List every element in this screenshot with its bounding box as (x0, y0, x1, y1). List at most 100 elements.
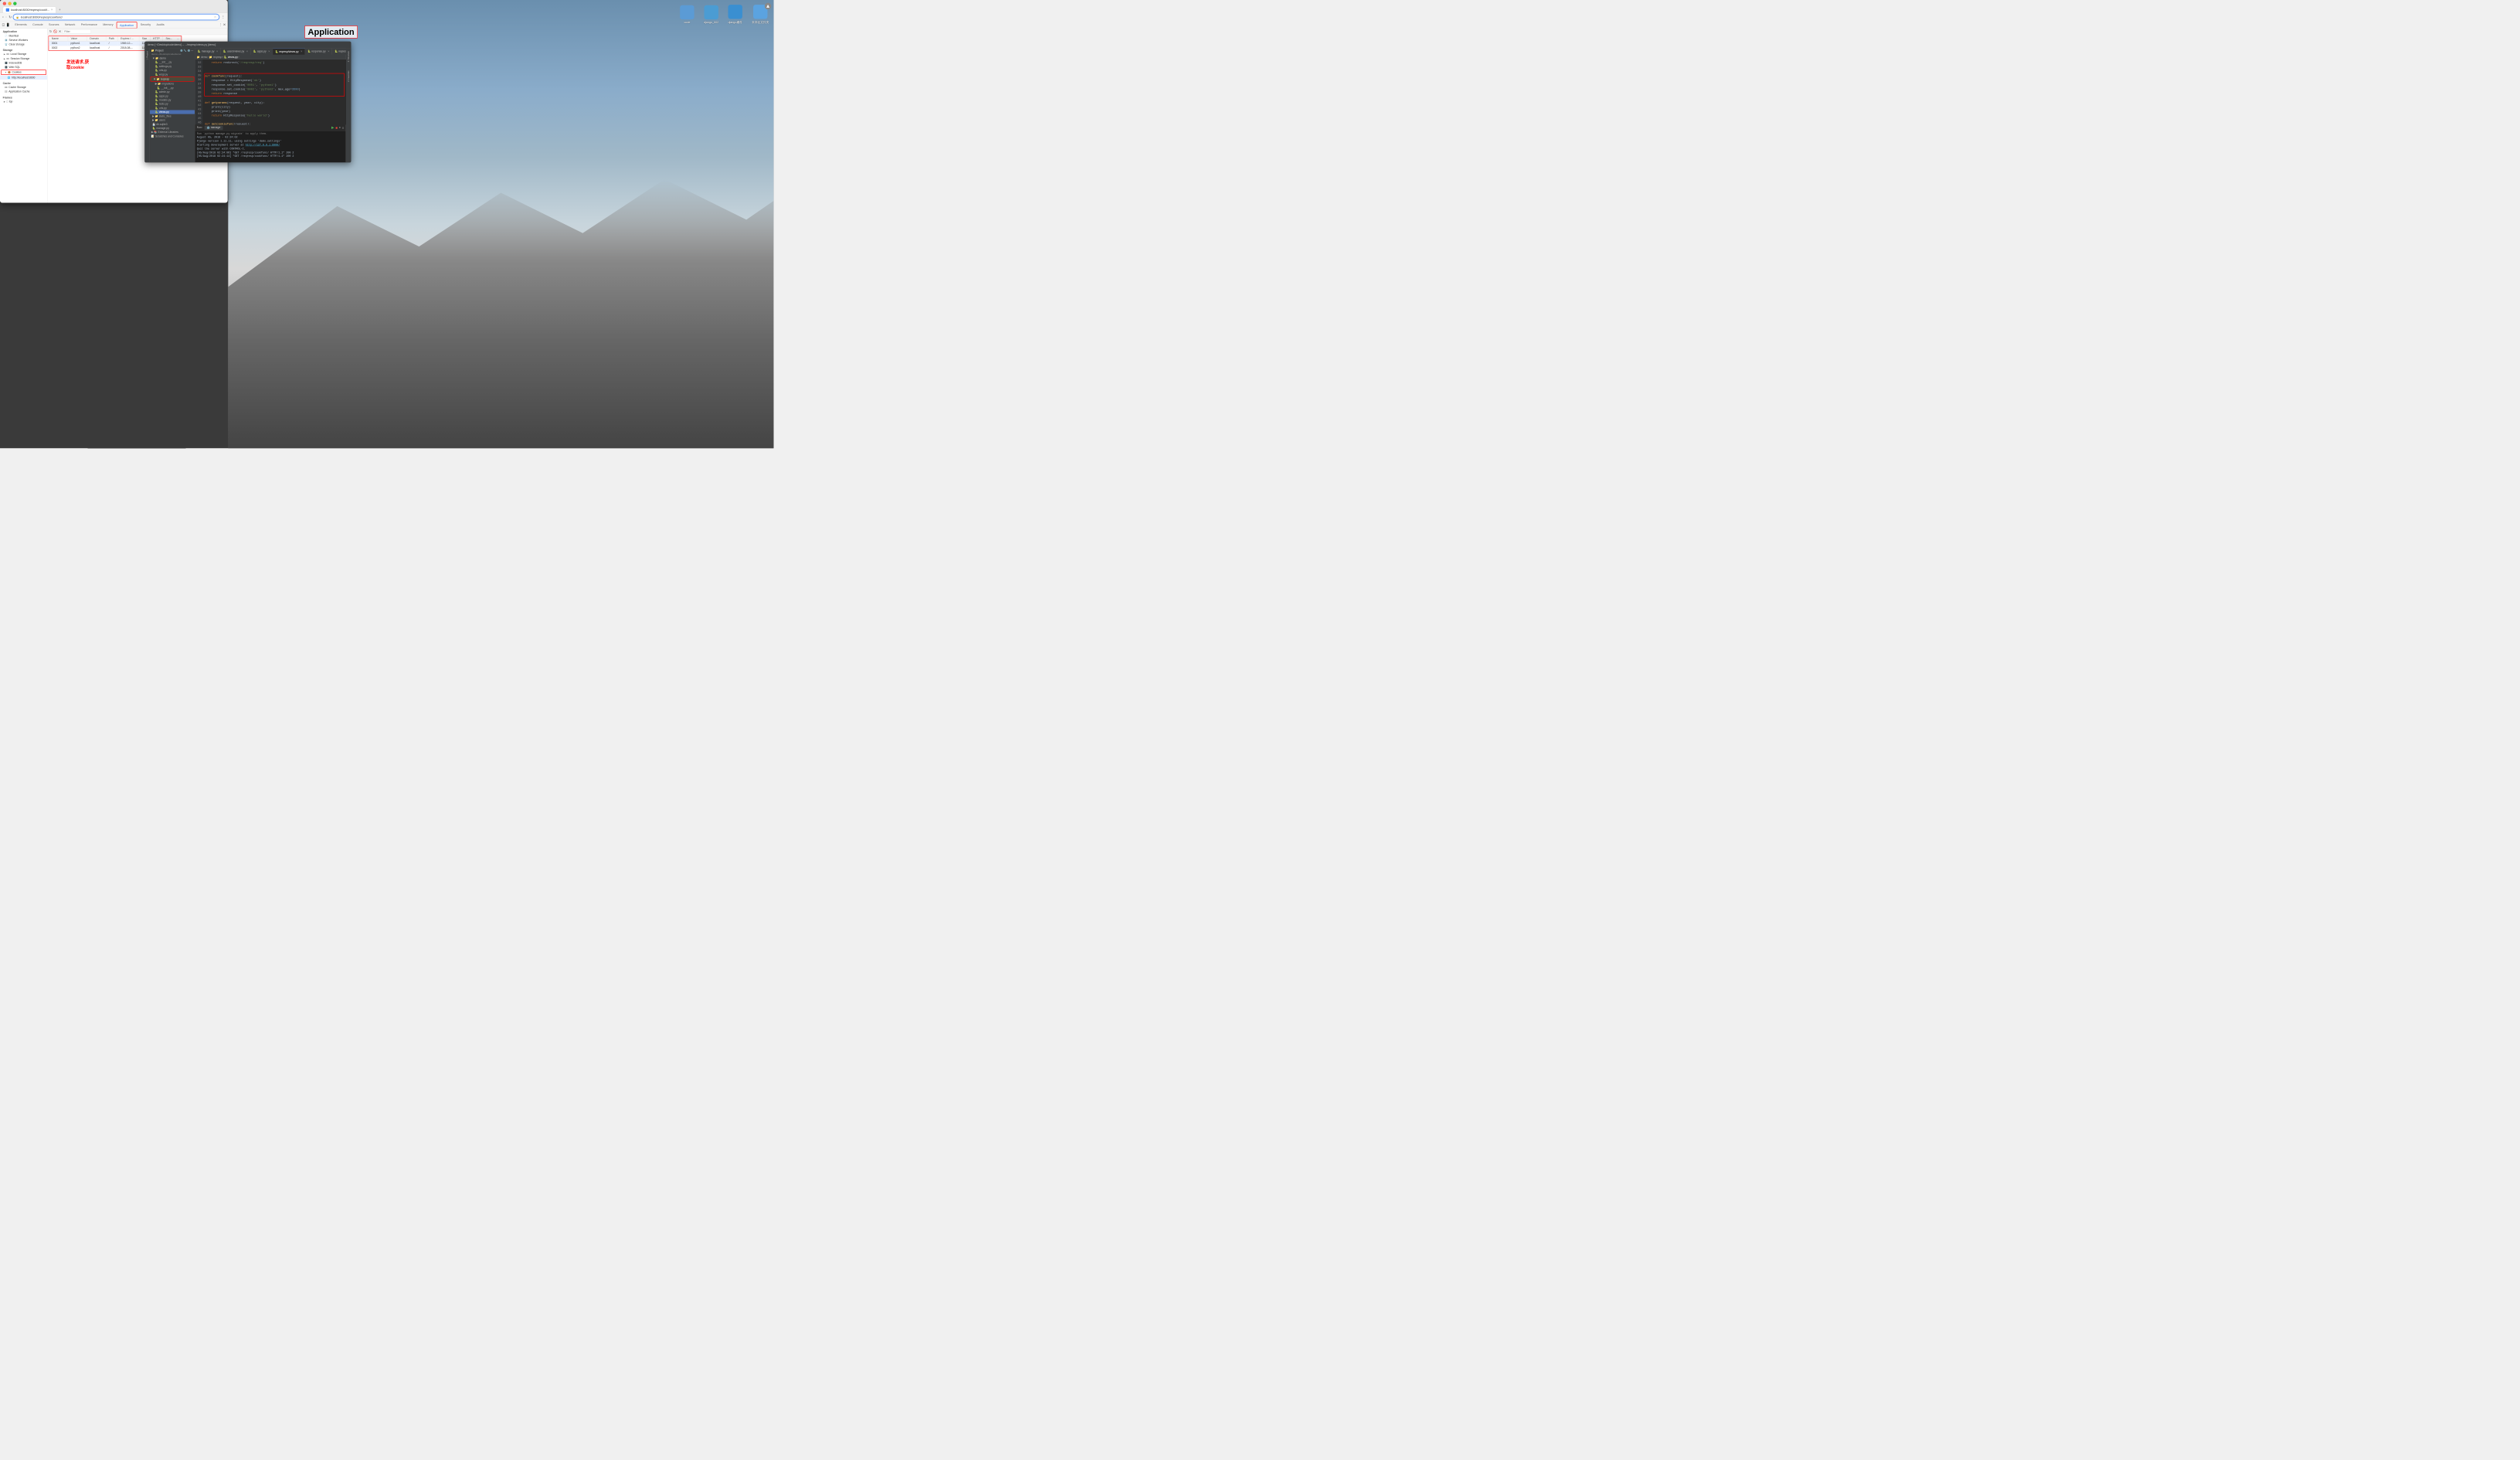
run-label: Run: (197, 126, 203, 129)
sidebar-item-top[interactable]: ▶ □ top (0, 100, 47, 104)
cookie-expires-2: 2018-08-... (117, 46, 139, 50)
forward-button[interactable]: › (5, 15, 7, 19)
desktop-icon-code[interactable]: code (680, 5, 694, 24)
terminal-pause-button[interactable]: ⏸ (339, 126, 341, 130)
maximize-button[interactable] (13, 2, 16, 5)
cookies-icon: 🍪 (8, 71, 11, 73)
terminal-content: Run `python manage.py migrate` to apply … (195, 131, 345, 162)
code-line-46: def getcookiefunc(request): (205, 122, 345, 124)
cache-storage-icon: ≡≡ (5, 87, 8, 89)
code-line-39: return response (205, 91, 345, 96)
sidebar-item-cookies[interactable]: ▼ 🍪 Cookies (1, 70, 46, 75)
filter-input[interactable] (63, 29, 91, 34)
desktop-icons: code django_002 django桌件 未命名文件夹 (680, 5, 769, 24)
tab-close-icon[interactable]: ✕ (51, 8, 53, 11)
side-tab-favorites[interactable]: 2: Favorites (347, 69, 351, 83)
side-tab-project[interactable]: 1: Project (145, 49, 149, 63)
code-area: return redirect('/reqresp/req') def cook… (202, 59, 345, 124)
tab-audits[interactable]: Audits (154, 22, 168, 28)
bookmark-icon[interactable]: ☆ (214, 15, 217, 19)
sidebar-item-clear-storage[interactable]: 🗑️ Clear storage (0, 42, 47, 47)
devtools-close-button[interactable]: ✕ (223, 22, 226, 26)
desktop-icon-django-desk[interactable]: django桌件 (728, 5, 742, 24)
tab-console[interactable]: Console (29, 22, 46, 28)
ide-title-text: demo [~/Desktop/code/demo] – .../reqresp… (148, 43, 216, 46)
tab-application[interactable]: Application (117, 22, 138, 29)
expand-arrow-cookies: ▼ (5, 71, 6, 73)
clear-storage-icon: 🗑️ (5, 43, 8, 46)
indexeddb-icon: 🗄️ (5, 62, 8, 64)
tab-security[interactable]: Security (138, 22, 154, 28)
sidebar-item-application-cache[interactable]: ≡≡ Application Cache (0, 90, 47, 94)
cookie-name-2: 0002 (49, 46, 68, 50)
terminal-toolbar: Run: ⚙️ manage ▶ ■ ⏸ ≡ (195, 124, 345, 131)
editor-tabs: 🐍 manage.py ✕ 🐍 users/views.py ✕ 🐍 apps.… (195, 48, 345, 55)
back-button[interactable]: ‹ (2, 15, 4, 19)
delete-button[interactable]: ✕ (59, 29, 61, 33)
ide-side-strip-left: 1: Project (144, 48, 150, 162)
refresh-button[interactable]: ↻ (49, 29, 52, 33)
editor-tab-manage[interactable]: 🐍 manage.py ✕ (195, 48, 220, 54)
code-editor: 🐍 manage.py ✕ 🐍 users/views.py ✕ 🐍 apps.… (195, 48, 345, 162)
tab-memory[interactable]: Memory (100, 22, 117, 28)
tab-sources[interactable]: Sources (46, 22, 62, 28)
devtools-toggle-button[interactable]: ⊡ (2, 22, 5, 26)
editor-tab-apps[interactable]: 🐍 apps.py ✕ (250, 48, 272, 54)
browser-tabs: localhost:8000/reqresp/cookf... ✕ + (3, 7, 225, 13)
minimize-button[interactable] (8, 2, 11, 5)
cookie-value-2: python2 (68, 46, 87, 50)
browser-tab-active[interactable]: localhost:8000/reqresp/cookf... ✕ (3, 7, 56, 13)
localhost-icon: 🌐 (8, 76, 11, 79)
application-cache-icon: ≡≡ (5, 90, 8, 93)
ide-titlebar: demo [~/Desktop/code/demo] – .../reqresp… (144, 42, 351, 49)
cookie-domain-2: localhost (87, 46, 106, 50)
terminal-scroll-button[interactable]: ≡ (342, 126, 345, 130)
local-storage-icon: ≡≡ (6, 53, 9, 56)
lock-icon: 🔒 (16, 15, 19, 19)
close-button[interactable] (3, 2, 6, 5)
expand-arrow-local: ▶ (4, 53, 5, 56)
ide-side-strip-right: 2: Structure 2: Favorites (346, 48, 352, 162)
server-url-link[interactable]: http://127.0.0.1:8000/ (246, 144, 280, 147)
reload-button[interactable]: ↻ (8, 15, 12, 19)
file-tree-item-scratches[interactable]: 📝Scratches and Consoles (150, 134, 195, 138)
terminal-line-7: [05/Aug/2018 02:24:14] "GET /reqresp/coo… (197, 154, 344, 158)
desktop: code django_002 django桌件 未命名文件夹 (0, 0, 773, 448)
desktop-icon-django002[interactable]: django_002 (704, 5, 718, 24)
file-tree: 📁 Project ⚙️ 🔧 ⚙️ — demo ~/Desktop/code/… (150, 48, 195, 162)
editor-tab-users-views[interactable]: 🐍 users/views.py ✕ (221, 48, 251, 54)
editor-tab-urls[interactable]: 🐍 reqresp/urls.py ✕ (332, 48, 346, 54)
tab-favicon (6, 8, 9, 12)
file-tree-item-reqresp[interactable]: ▼📁reqresp (151, 76, 195, 81)
user-avatar[interactable] (765, 3, 772, 10)
service-workers-icon: ⚙️ (5, 39, 8, 41)
terminal-run-button[interactable]: ▶ (331, 126, 334, 130)
sidebar-item-localhost[interactable]: 🌐 http://localhost:8000 (0, 76, 47, 80)
cookie-path-2: / (106, 46, 117, 50)
address-bar[interactable]: 🔒 localhost:8000/reqresp/cookfunc/ ☆ (13, 14, 219, 19)
ide-window: demo [~/Desktop/code/demo] – .../reqresp… (144, 42, 351, 163)
traffic-lights (3, 2, 225, 5)
devtools-tab-bar: ⊡ 📱 Elements Console Sources Network Per… (0, 22, 228, 29)
top-icon: □ (6, 100, 8, 103)
file-tree-item-wsgi[interactable]: 🐍wsgi.py (150, 73, 195, 76)
clear-button[interactable]: 🚫 (53, 29, 57, 33)
devtools-more-button[interactable]: ⋮ (219, 22, 222, 26)
devtools-sidebar: Application 📄 Manifest ⚙️ Service Worker… (0, 29, 47, 203)
code-content-area: 32333435363738394041424344454647484950 r… (195, 59, 345, 124)
tab-network[interactable]: Network (62, 22, 78, 28)
terminal-tab-manage[interactable]: ⚙️ manage (205, 126, 223, 131)
side-tab-structure[interactable]: 2: Structure (347, 49, 351, 64)
editor-tab-reqresp-views[interactable]: 🐍 reqresp/views.py ✕ (273, 48, 305, 54)
application-label-annotation: Application (304, 25, 358, 39)
expand-arrow-session: ▶ (4, 57, 5, 59)
browser-menu-button[interactable]: ⋮ (221, 15, 226, 19)
tab-elements[interactable]: Elements (12, 22, 30, 28)
tab-title: localhost:8000/reqresp/cookf... (11, 8, 49, 12)
terminal-stop-button[interactable]: ■ (335, 126, 338, 130)
editor-tab-response[interactable]: 🐍 response.py ✕ (305, 48, 332, 54)
new-tab-button[interactable]: + (56, 7, 63, 13)
devtools-mobile-toggle[interactable]: 📱 (6, 22, 10, 26)
sidebar-item-web-sql[interactable]: 🗄️ Web SQL (0, 65, 47, 70)
tab-performance[interactable]: Performance (78, 22, 100, 28)
